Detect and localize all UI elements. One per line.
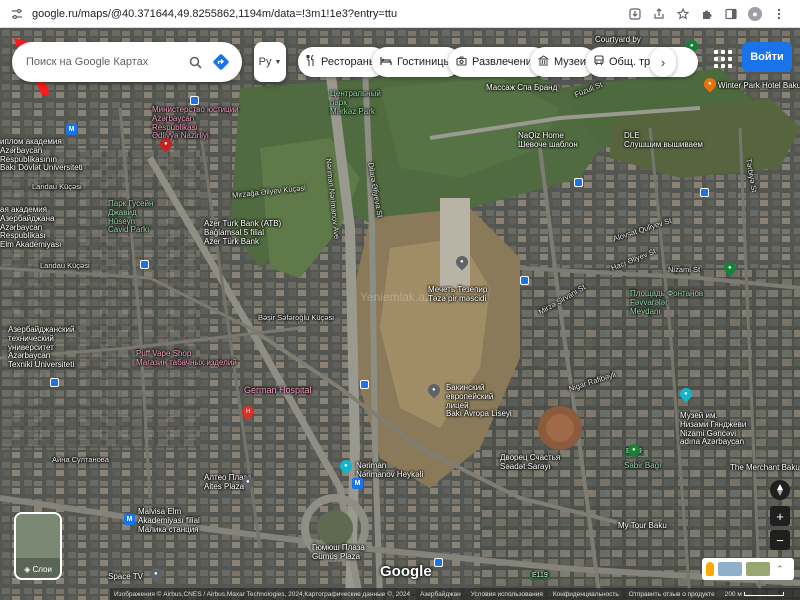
label-landau-2: Landau Küçəsi	[40, 261, 90, 270]
bed-icon	[380, 56, 392, 69]
chevron-down-icon: ▼	[274, 58, 282, 66]
directions-icon[interactable]	[210, 51, 232, 73]
language-label: Ру	[258, 56, 272, 68]
share-icon[interactable]	[652, 7, 666, 21]
imagery-thumbnail-2[interactable]	[746, 562, 770, 576]
footer-terms-link[interactable]: Условия использования	[471, 591, 543, 598]
chip-entertainment-label: Развлечения	[472, 56, 538, 68]
tune-icon[interactable]	[10, 7, 24, 21]
search-icon[interactable]	[184, 51, 206, 73]
bus-stop-marker-4[interactable]	[574, 178, 583, 187]
menu-icon[interactable]	[772, 7, 786, 21]
bookmark-star-icon[interactable]	[676, 7, 690, 21]
label-bashir: Bəşir Səfəroğlu Küçəsi	[258, 313, 334, 322]
label-malika[interactable]: Malvisa Elm Akademiyası filial Малика ст…	[138, 507, 200, 534]
bus-stop-marker-3[interactable]	[360, 380, 369, 389]
label-puff-vape[interactable]: Puff Vape Shop Магазин табачных изделий	[136, 349, 237, 368]
chevron-up-icon[interactable]: ⌃	[776, 564, 784, 575]
url-text[interactable]: google.ru/maps/@40.371644,49.8255862,119…	[32, 8, 628, 20]
metro-marker-2[interactable]: M	[352, 478, 363, 489]
zoom-in-button[interactable]: +	[770, 506, 790, 526]
label-academy[interactable]: ая академия Азербайджана Azərbaycan Resp…	[0, 205, 61, 250]
street-view-strip[interactable]: ⌃	[702, 558, 794, 580]
watermark-middle: Yeniemlak.az	[360, 290, 431, 304]
label-dvorec[interactable]: Дворец Счастья Səadət Sarayı	[500, 453, 560, 472]
install-icon[interactable]	[628, 7, 642, 21]
label-winter-park[interactable]: Winter Park Hotel Baku	[718, 81, 800, 91]
browser-address-bar: google.ru/maps/@40.371644,49.8255862,119…	[0, 0, 800, 28]
browser-actions: ●	[628, 6, 786, 21]
zoom-out-button[interactable]: −	[770, 530, 790, 550]
label-european-lyceum[interactable]: Бакинский европейский лицей Bakı Avropa …	[446, 383, 512, 419]
language-selector[interactable]: Ру ▼	[254, 42, 286, 82]
map-footer: Изображения © Airbus,CNES / Airbus,Maxar…	[110, 588, 800, 600]
chip-museums-label: Музеи	[554, 56, 586, 68]
pegman-icon[interactable]	[706, 562, 714, 576]
label-landau-1: Landau Küçəsi	[32, 182, 82, 191]
label-park-huseyn[interactable]: Парк Гусейн Джавид Hüseyn Cavid Parkı	[108, 199, 153, 235]
sign-in-button[interactable]: Войти	[742, 42, 792, 72]
compass-icon[interactable]	[770, 480, 790, 500]
camera-icon	[456, 55, 467, 69]
footer-feedback-link[interactable]: Отправить отзыв о продукте	[629, 591, 715, 598]
footer-region[interactable]: Азербайджан	[420, 591, 461, 598]
map-scale[interactable]: 200 м	[725, 591, 784, 598]
label-mosque[interactable]: Мечеть Тезепир Təzə pir məscidi	[428, 285, 487, 304]
layers-label: ◈ Слои	[24, 565, 52, 574]
chip-restaurants-label: Рестораны	[321, 56, 377, 68]
profile-icon[interactable]: ●	[748, 6, 762, 21]
label-courtyard[interactable]: Courtyard by	[595, 35, 641, 45]
sidepanel-icon[interactable]	[724, 7, 738, 21]
bus-stop-marker-6[interactable]	[520, 276, 529, 285]
layers-stack-icon: ◈	[24, 565, 31, 574]
label-ministry[interactable]: Министерство юстиции Azərbaycan Respubli…	[152, 105, 239, 141]
search-input[interactable]	[26, 56, 184, 68]
bus-stop-marker-2[interactable]	[140, 260, 149, 269]
google-apps-icon[interactable]	[712, 48, 734, 70]
label-narimanov-statue[interactable]: Nəriman Nərimanov Heykəli	[356, 461, 423, 480]
search-box	[12, 42, 242, 82]
label-sabir-bagi[interactable]: Sabir Bağı	[624, 461, 661, 471]
metro-marker-3[interactable]: M	[124, 514, 135, 525]
imagery-attribution: Изображения © Airbus,CNES / Airbus,Maxar…	[114, 590, 411, 598]
bus-stop-marker-8[interactable]	[50, 378, 59, 387]
label-naqiz-home[interactable]: NaQiz Home Шевоче шаблон	[518, 131, 578, 150]
label-gumush[interactable]: Гюмюш Плаза Gümüş Plaza	[312, 543, 365, 562]
satellite-map[interactable]: Yeniemlak.az Yeniemlak.az Courtyard by Ц…	[0, 28, 800, 600]
bus-stop-marker-5[interactable]	[700, 188, 709, 197]
google-logo: Google	[380, 563, 432, 580]
layers-thumbnail	[16, 514, 60, 558]
bus-icon	[594, 55, 604, 69]
label-my-tour[interactable]: My Tour Baku	[618, 521, 667, 531]
label-technical-univ[interactable]: Азербайджанский технический университет …	[8, 325, 74, 370]
label-azer-turk[interactable]: Azer Turk Bank (ATB) Bağlamsal 5 filial …	[204, 219, 281, 246]
imagery-thumbnail-1[interactable]	[718, 562, 742, 576]
label-central-park[interactable]: Центральный парк Mərkəz Park	[330, 89, 381, 116]
museum-icon	[537, 55, 550, 69]
bus-stop-marker-7[interactable]	[434, 558, 443, 567]
chips-next-button[interactable]: ›	[650, 47, 676, 77]
extensions-icon[interactable]	[700, 7, 714, 21]
metro-marker-1[interactable]: M	[66, 124, 77, 135]
footer-privacy-link[interactable]: Конфиденциальность	[553, 591, 619, 598]
fork-knife-icon	[306, 54, 316, 69]
label-space-tv[interactable]: Space TV	[108, 572, 143, 582]
label-univ-econ[interactable]: иплом академия Azərbaycan Respublikasını…	[0, 137, 83, 173]
label-dle[interactable]: DLE Слушшим вышиваем	[624, 131, 703, 150]
label-german-hospital[interactable]: German Hospital	[244, 385, 312, 396]
bus-stop-marker-1[interactable]	[190, 96, 199, 105]
label-nizami-museum[interactable]: Музей им. Низами Гянджеви Nizami Gəncəvi…	[680, 411, 746, 447]
layers-button[interactable]: ◈ Слои	[14, 512, 62, 580]
chip-transit[interactable]: Общ. транс	[586, 47, 698, 77]
label-aina: Айна Султанова	[52, 455, 109, 464]
label-merchant[interactable]: The Merchant Baku	[730, 463, 800, 473]
label-nizami-st: Nizami St	[668, 265, 701, 274]
label-e119-b: E119	[530, 572, 550, 580]
chip-hotels-label: Гостиницы	[397, 56, 452, 68]
label-massage[interactable]: Массаж Спа Бранд	[486, 83, 557, 93]
label-fountains[interactable]: Площадь Фонтанов Fəvvarələr Meydanı	[630, 289, 703, 316]
chevron-right-icon: ›	[660, 54, 666, 70]
